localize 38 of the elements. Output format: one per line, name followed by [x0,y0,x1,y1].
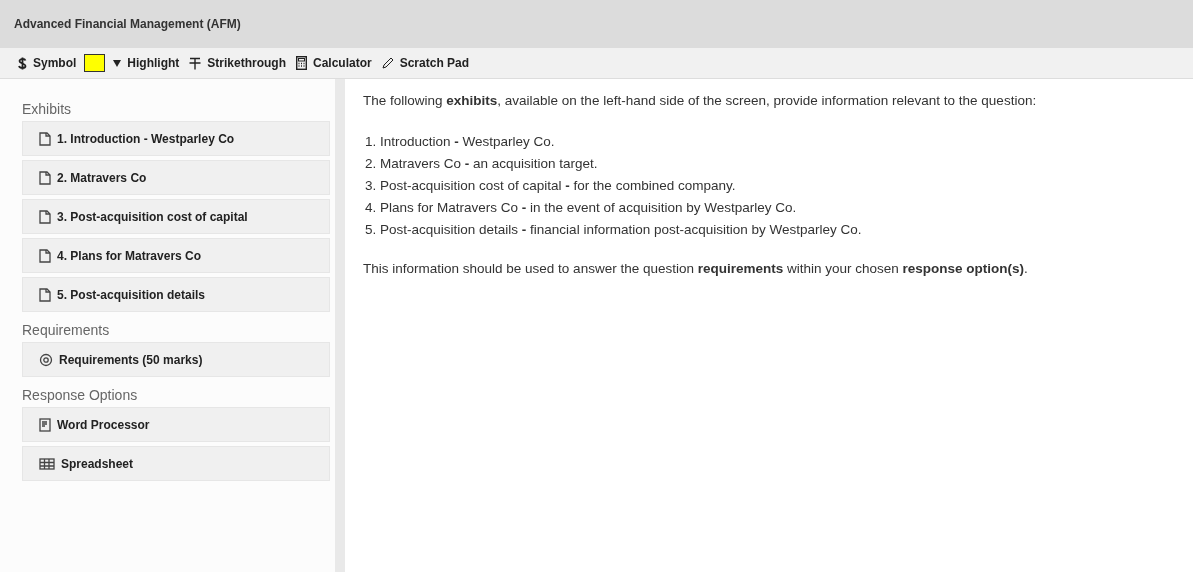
sidebar-item[interactable]: 3. Post-acquisition cost of capital [22,199,330,234]
document-icon [39,248,51,263]
sidebar-item[interactable]: 5. Post-acquisition details [22,277,330,312]
highlight-button[interactable]: Highlight [111,56,182,70]
target-icon [39,352,53,367]
intro-text: The following exhibits, available on the left-hand side of the screen, provide information relevant to the question: [363,92,1038,110]
dollar-icon [18,56,27,70]
section-heading: Requirements [22,322,111,338]
document-icon [39,209,51,224]
strikethrough-button[interactable]: Strikethrough [187,56,288,70]
sidebar-item[interactable]: Requirements (50 marks) [22,342,330,377]
instruction-text: This information should be used to answer the question requirements within your chosen response option(s). [363,260,1029,278]
sidebar-item[interactable]: Word Processor [22,407,330,442]
document-icon [39,287,51,302]
pencil-icon [381,57,394,69]
document-icon [39,131,51,146]
sidebar-item[interactable]: Spreadsheet [22,446,330,481]
exhibit-list-item: 5. Post-acquisition details - financial information post-acquisition by Westparley Co. [364,221,863,239]
calculator-icon [296,56,307,70]
scratchpad-button[interactable]: Scratch Pad [379,56,472,70]
document-icon [39,170,51,185]
grid-icon [39,457,55,470]
section-heading: Response Options [22,387,139,403]
window-title: Advanced Financial Management (AFM) [14,17,241,31]
caret-icon [113,59,122,67]
sidebar-item[interactable]: 1. Introduction - Westparley Co [22,121,330,156]
section-heading: Exhibits [22,101,73,117]
exhibit-list-item: 4. Plans for Matravers Co - in the event of acquisition by Westparley Co. [364,199,798,217]
sidebar-item[interactable]: 2. Matravers Co [22,160,330,195]
exhibit-list-item: 3. Post-acquisition cost of capital - for the combined company. [364,177,737,195]
exhibit-list-item: 1. Introduction - Westparley Co. [364,133,556,151]
symbol-button[interactable]: Symbol [16,56,79,70]
strikethrough-icon [189,56,202,70]
highlight-color-swatch[interactable] [84,54,106,72]
exhibit-list-item: 2. Matravers Co - an acquisition target. [364,155,599,173]
calculator-button[interactable]: Calculator [294,56,374,70]
sidebar-item[interactable]: 4. Plans for Matravers Co [22,238,330,273]
page-icon [39,417,51,432]
